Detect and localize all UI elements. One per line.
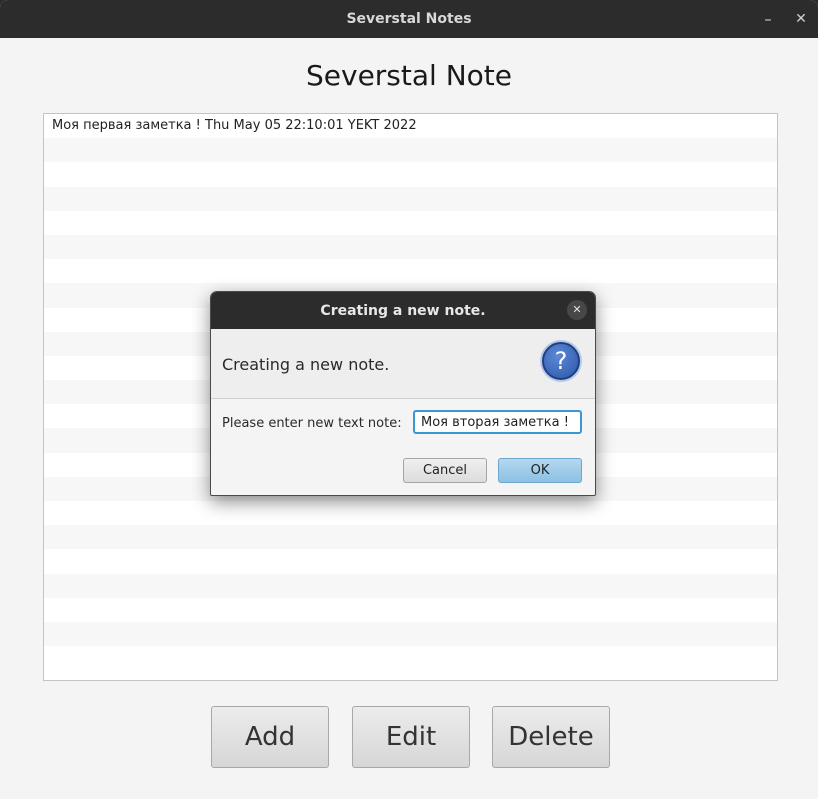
list-item [44,598,777,622]
dialog-close-icon[interactable]: ✕ [567,300,587,320]
list-item [44,211,777,235]
note-text-label: Please enter new text note: [222,416,402,431]
title-bar[interactable]: Severstal Notes – ✕ [0,0,818,38]
dialog-title-bar[interactable]: Creating a new note. ✕ [211,292,595,329]
new-note-dialog: Creating a new note. ✕ Creating a new no… [210,291,596,496]
list-item [44,573,777,598]
ok-button[interactable]: OK [498,458,582,483]
note-text-input[interactable] [413,410,582,434]
list-item [44,234,777,260]
page-title: Severstal Note [306,59,512,92]
edit-button[interactable]: Edit [352,706,470,768]
close-icon[interactable]: ✕ [791,9,811,29]
dialog-header: Creating a new note. ? [211,329,595,399]
list-item [44,259,777,283]
cancel-button[interactable]: Cancel [403,458,487,483]
list-item [44,646,777,670]
question-icon: ? [542,342,580,380]
list-item [44,186,777,211]
add-button[interactable]: Add [211,706,329,768]
list-item[interactable]: Моя первая заметка ! Thu May 05 22:10:01… [44,114,777,138]
list-item [44,501,777,525]
minimize-icon[interactable]: – [758,9,778,29]
window-title: Severstal Notes [346,11,472,27]
list-item [44,162,777,186]
list-item [44,138,777,163]
delete-button[interactable]: Delete [492,706,610,768]
dialog-header-text: Creating a new note. [222,355,390,374]
list-item [44,621,777,647]
list-item [44,525,777,550]
list-item [44,549,777,573]
dialog-title: Creating a new note. [320,303,486,319]
